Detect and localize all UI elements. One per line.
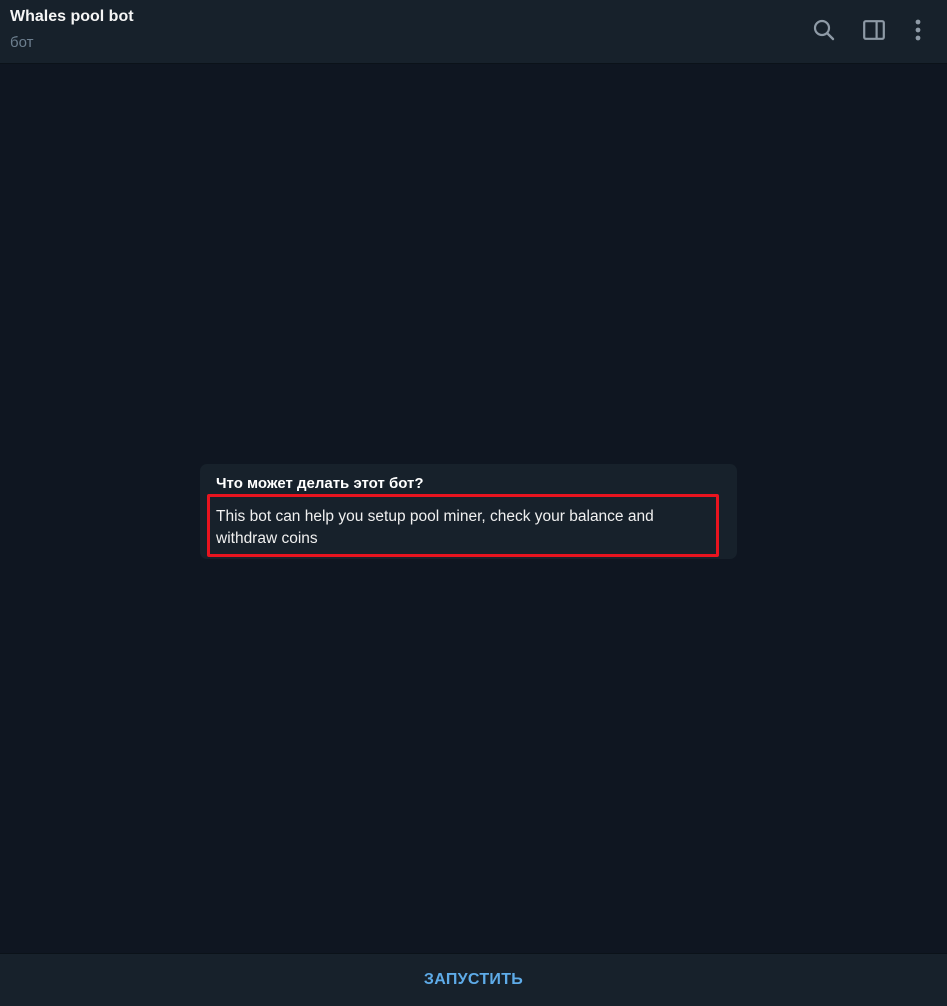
search-icon: [813, 19, 835, 46]
chat-title[interactable]: Whales pool bot: [10, 8, 134, 26]
sidebar-panel-icon: [863, 19, 885, 45]
chat-header: Whales pool bot бот: [0, 0, 947, 64]
more-button[interactable]: [898, 12, 938, 52]
sidebar-toggle-button[interactable]: [854, 12, 894, 52]
more-vertical-icon: [915, 19, 921, 46]
bot-info-description: This bot can help you setup pool miner, …: [216, 508, 654, 547]
search-button[interactable]: [804, 12, 844, 52]
start-button-label: ЗАПУСТИТЬ: [423, 971, 524, 988]
bot-info-title: Что может делать этот бот?: [216, 475, 424, 492]
chat-status: бот: [10, 34, 34, 51]
telegram-chat-window: Whales pool bot бот Что может делать это…: [0, 0, 947, 1006]
start-button[interactable]: ЗАПУСТИТЬ: [0, 953, 947, 1006]
bot-info-card: Что может делать этот бот? This bot can …: [200, 464, 737, 559]
message-area: Что может делать этот бот? This bot can …: [0, 64, 947, 953]
